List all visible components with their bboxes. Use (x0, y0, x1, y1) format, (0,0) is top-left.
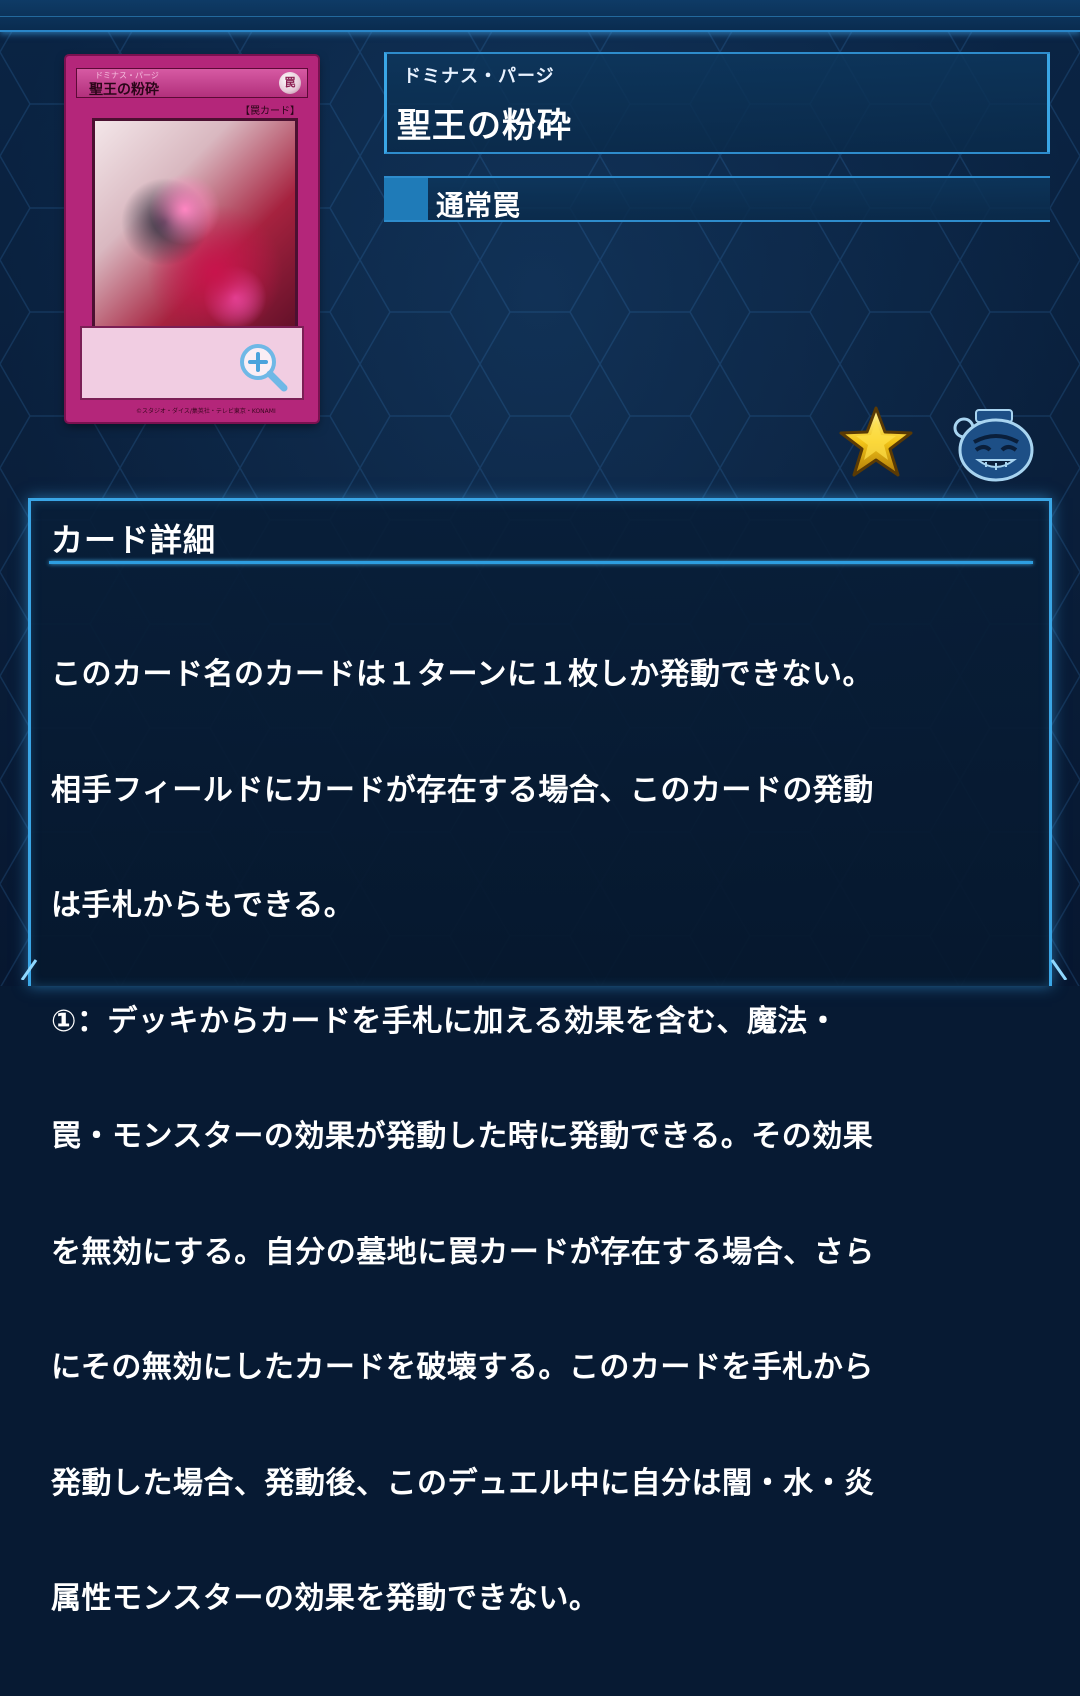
card-name: 聖王の粉砕 (89, 82, 159, 98)
card-type-label: 通常罠 (436, 189, 521, 222)
card-effect-text: このカード名のカードは１ターンに１枚しか発動できない。 相手フィールドにカードが… (51, 579, 1041, 1696)
effect-line: 発動した場合、発動後、このデュエル中に自分は闇・水・炎 (51, 1465, 875, 1501)
effect-line: ①：デッキからカードを手札に加える効果を含む、魔法・ (51, 1003, 839, 1039)
pot-of-greed-icon[interactable] (950, 404, 1040, 484)
star-icon[interactable] (838, 404, 914, 480)
card-type-row: 通常罠 (384, 176, 1050, 222)
divider (49, 561, 1033, 564)
card-type-line: 【罠カード】 (240, 106, 300, 117)
corner-glow-right (1050, 959, 1068, 980)
effect-line: にその無効にしたカードを破壊する。このカードを手札から (51, 1350, 874, 1385)
effect-line: このカード名のカードは１ターンに１枚しか発動できない。 (51, 657, 873, 692)
card-copyright: ©スタジオ・ダイス/集英社・テレビ東京・KONAMI (136, 408, 276, 415)
card-attribute-icon: 罠 (279, 72, 301, 94)
card-name-ruby: ドミナス・パージ (403, 66, 555, 87)
card-name-plate: ドミナス・パージ 聖王の粉砕 罠 (76, 68, 308, 98)
effect-line: 相手フィールドにカードが存在する場合、このカードの発動 (51, 772, 874, 808)
top-bar (0, 0, 1080, 32)
card-detail-title: カード詳細 (51, 521, 217, 559)
corner-glow-left (20, 959, 38, 980)
effect-line: を無効にする。自分の墓地に罠カードが存在する場合、さら (51, 1234, 875, 1270)
effect-line: 属性モンスターの効果を発動できない。 (51, 1581, 600, 1616)
card-name-title: 聖王の粉砕 (397, 106, 572, 146)
effect-line: は手札からもできる。 (51, 888, 355, 923)
card-detail-panel: カード詳細 このカード名のカードは１ターンに１枚しか発動できない。 相手フィール… (28, 498, 1052, 1616)
card-name-header: ドミナス・パージ 聖王の粉砕 (384, 52, 1050, 154)
card-type-swatch (384, 178, 428, 220)
zoom-in-icon[interactable] (236, 340, 288, 392)
effect-line: 罠・モンスターの効果が発動した時に発動できる。その効果 (51, 1119, 874, 1154)
